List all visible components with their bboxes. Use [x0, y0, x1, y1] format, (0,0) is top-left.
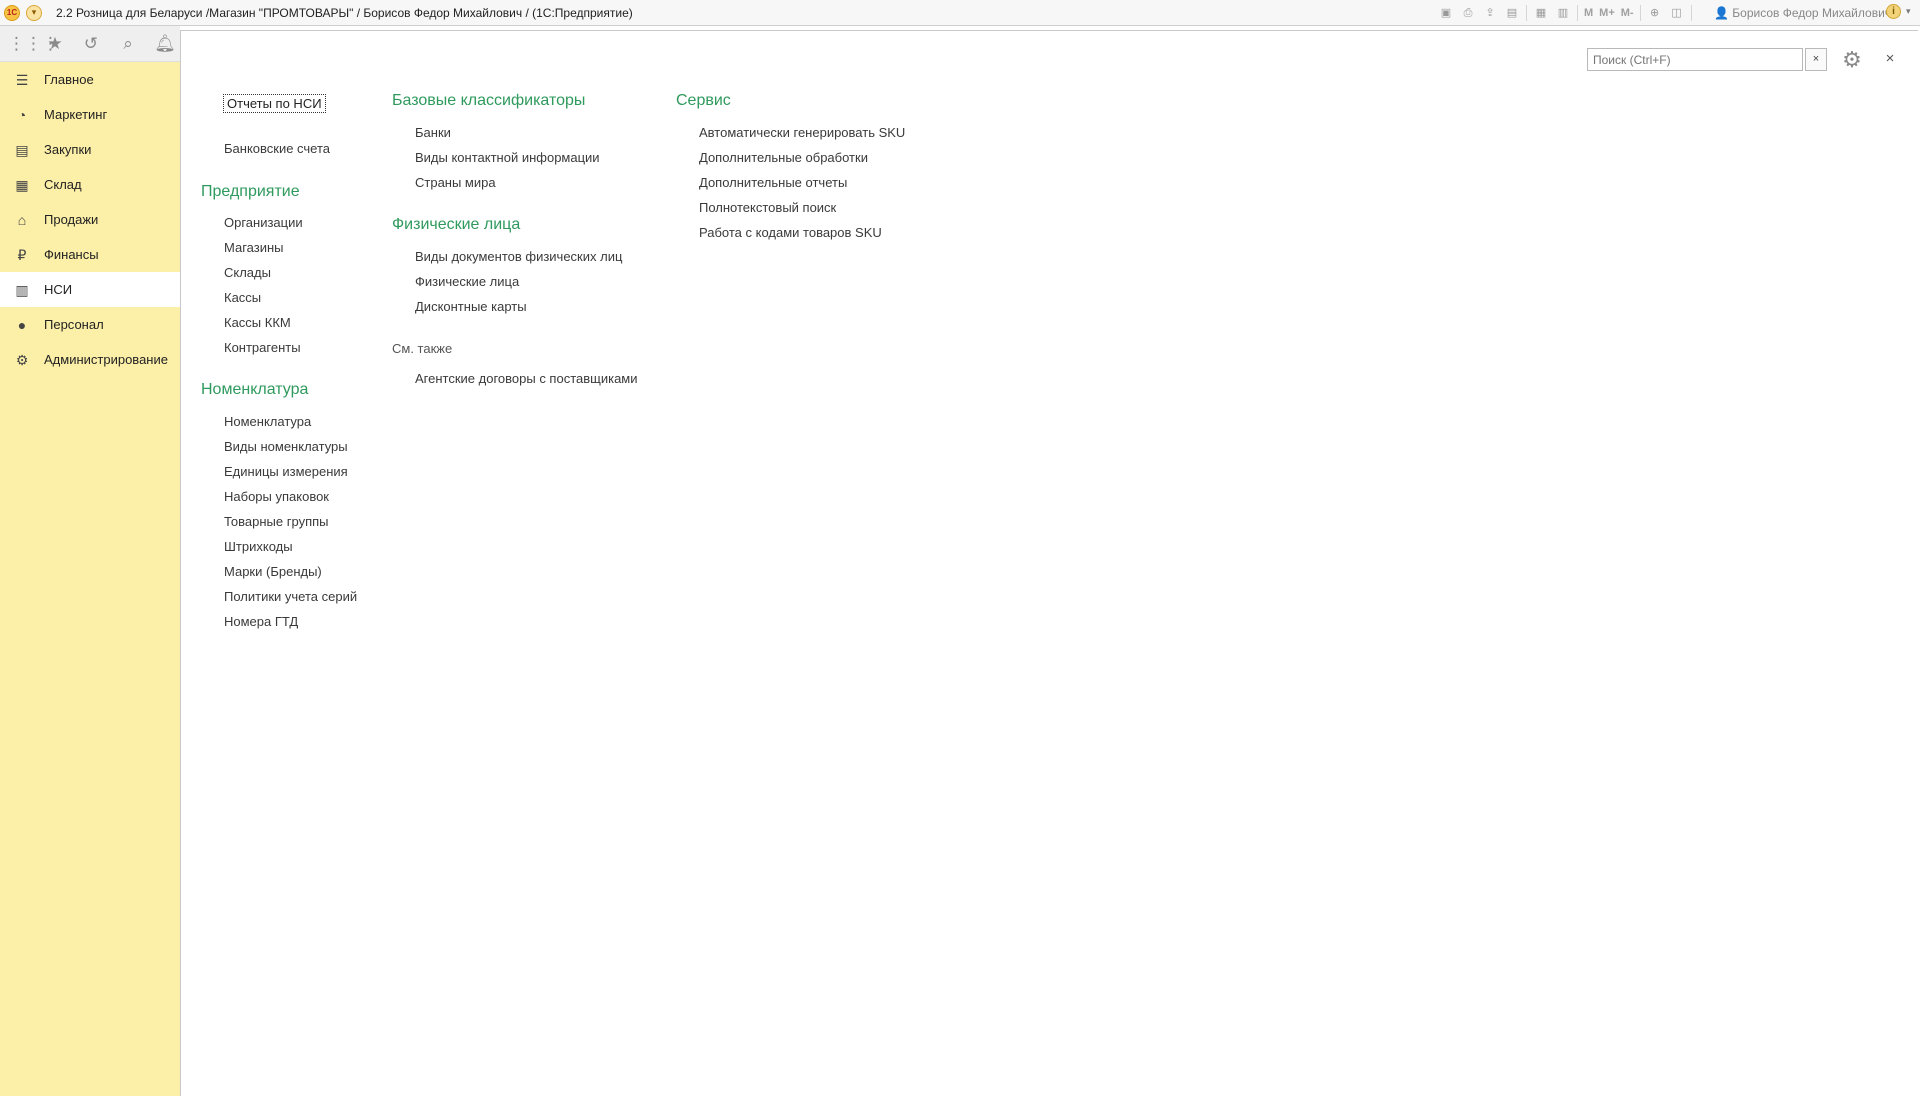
list-item[interactable]: Кассы — [224, 290, 261, 305]
memory-minus-button[interactable]: M- — [1621, 5, 1634, 21]
sidebar-item-label: Финансы — [44, 247, 99, 262]
chevron-down-icon[interactable]: ▾ — [1906, 6, 1911, 17]
sidebar-item-finance[interactable]: ₽ Финансы — [0, 237, 180, 272]
list-item[interactable]: Организации — [224, 215, 303, 230]
list-item[interactable]: Агентские договоры с поставщиками — [415, 371, 638, 386]
settings-gear-icon[interactable]: ⚙ — [1838, 47, 1866, 73]
info-icon[interactable]: i — [1886, 4, 1901, 19]
list-item[interactable]: Дополнительные отчеты — [699, 175, 847, 190]
current-user[interactable]: 👤 Борисов Федор Михайлович — [1714, 6, 1891, 20]
sidebar-item-administration[interactable]: ⚙ Администрирование — [0, 342, 180, 377]
list-item[interactable]: Виды контактной информации — [415, 150, 600, 165]
list-item[interactable]: Виды номенклатуры — [224, 439, 348, 454]
reports-nsi-link[interactable]: Отчеты по НСИ — [223, 94, 326, 113]
person-icon: ● — [17, 316, 27, 333]
search-icon[interactable]: ⌕ — [117, 34, 139, 54]
list-item[interactable]: Кассы ККМ — [224, 315, 291, 330]
print-icon[interactable]: ⎙ — [1460, 5, 1476, 21]
app-logo-icon[interactable]: 1С — [4, 5, 20, 21]
sidebar-item-label: Администрирование — [44, 352, 168, 367]
ruble-icon: ₽ — [17, 246, 27, 263]
sidebar-item-label: Закупки — [44, 142, 92, 157]
see-also-title: См. также — [392, 341, 453, 356]
save-icon[interactable]: ▣ — [1438, 5, 1454, 21]
list-item[interactable]: Марки (Бренды) — [224, 564, 322, 579]
toolbar-divider — [1639, 5, 1641, 21]
title-bar: 1С ▾ 2.2 Розница для Беларуси /Магазин "… — [0, 0, 1920, 26]
sidebar-item-purchases[interactable]: ▤ Закупки — [0, 132, 180, 167]
sidebar-item-warehouse[interactable]: ▦ Склад — [0, 167, 180, 202]
pie-chart-icon: ◔ — [17, 106, 27, 123]
sidebar-item-marketing[interactable]: ◔ Маркетинг — [0, 97, 180, 132]
section-title-individuals: Физические лица — [392, 216, 521, 233]
toolbar-divider — [1577, 5, 1578, 21]
window-title: 2.2 Розница для Беларуси /Магазин "ПРОМТ… — [56, 6, 633, 20]
table-icon[interactable]: ▦ — [1533, 5, 1549, 21]
list-item[interactable]: Единицы измерения — [224, 464, 348, 479]
list-item[interactable]: Дополнительные обработки — [699, 150, 868, 165]
section-title-nomenclature: Номенклатура — [201, 381, 309, 398]
list-item[interactable]: Виды документов физических лиц — [415, 249, 622, 264]
sections-sidebar: ☰ Главное ◔ Маркетинг ▤ Закупки ▦ Склад … — [0, 62, 180, 1096]
section-title-enterprise: Предприятие — [201, 183, 300, 200]
history-icon[interactable]: ↺ — [80, 34, 102, 54]
list-item[interactable]: Товарные группы — [224, 514, 329, 529]
sidebar-item-label: Главное — [44, 72, 94, 87]
sidebar-item-label: НСИ — [44, 282, 73, 297]
basket-icon: ⌂ — [17, 211, 27, 228]
list-item[interactable]: Штрихкоды — [224, 539, 293, 554]
panels-icon[interactable]: ◫ — [1669, 5, 1685, 21]
list-item[interactable]: Банки — [415, 125, 451, 140]
warehouse-icon: ▦ — [15, 176, 29, 193]
sidebar-item-glavnoe[interactable]: ☰ Главное — [0, 62, 180, 97]
zoom-icon[interactable]: ⊕ — [1647, 5, 1663, 21]
user-icon: 👤 — [1714, 6, 1733, 20]
list-item[interactable]: Автоматически генерировать SKU — [699, 125, 905, 140]
apps-grid-icon[interactable]: ⋮⋮⋮ — [8, 34, 59, 54]
cart-icon: ▤ — [15, 141, 29, 158]
list-item[interactable]: Склады — [224, 265, 271, 280]
list-item[interactable]: Магазины — [224, 240, 284, 255]
gear-icon: ⚙ — [15, 351, 29, 368]
list-item[interactable]: Дисконтные карты — [415, 299, 527, 314]
close-button[interactable]: × — [1880, 48, 1900, 70]
upload-icon[interactable]: ⇪ — [1482, 5, 1498, 21]
main-menu-dropdown-icon[interactable]: ▾ — [26, 5, 42, 21]
list-item[interactable]: Страны мира — [415, 175, 496, 190]
section-title-service: Сервис — [676, 92, 731, 109]
favorites-star-icon[interactable]: ★ — [44, 34, 66, 54]
title-toolbar: ▣ ⎙ ⇪ ▤ ▦ ▥ M M+ M- ⊕ ◫ — [1438, 4, 1692, 22]
list-item[interactable]: Физические лица — [415, 274, 519, 289]
sidebar-item-label: Персонал — [44, 317, 104, 332]
toolbar-divider — [1690, 5, 1692, 21]
search-clear-button[interactable]: × — [1805, 48, 1827, 71]
list-item[interactable]: Работа с кодами товаров SKU — [699, 225, 882, 240]
memory-plus-button[interactable]: M+ — [1599, 5, 1615, 21]
list-item[interactable]: Наборы упаковок — [224, 489, 329, 504]
list-item[interactable]: Контрагенты — [224, 340, 301, 355]
bank-accounts-link[interactable]: Банковские счета — [224, 141, 330, 156]
memory-button[interactable]: M — [1584, 5, 1593, 21]
sidebar-item-personnel[interactable]: ● Персонал — [0, 307, 180, 342]
toolbar-divider — [1526, 5, 1527, 21]
sidebar-item-label: Маркетинг — [44, 107, 108, 122]
list-item[interactable]: Номера ГТД — [224, 614, 298, 629]
preview-icon[interactable]: ▤ — [1504, 5, 1520, 21]
list-item[interactable]: Номенклатура — [224, 414, 311, 429]
calendar-icon[interactable]: ▥ — [1555, 5, 1571, 21]
sidebar-toolbar: ⋮⋮⋮ ★ ↺ ⌕ 🔔︎ — [0, 26, 180, 62]
user-name: Борисов Федор Михайлович — [1732, 6, 1892, 20]
sidebar-item-nsi[interactable]: ▥ НСИ — [0, 272, 180, 307]
section-title-base-classifiers: Базовые классификаторы — [392, 92, 586, 109]
menu-lines-icon: ☰ — [15, 71, 29, 88]
sidebar-item-label: Склад — [44, 177, 82, 192]
list-item[interactable]: Полнотекстовый поиск — [699, 200, 836, 215]
list-item[interactable]: Политики учета серий — [224, 589, 357, 604]
sidebar-item-sales[interactable]: ⌂ Продажи — [0, 202, 180, 237]
search-input[interactable] — [1587, 48, 1803, 71]
sidebar-item-label: Продажи — [44, 212, 99, 227]
books-icon: ▥ — [15, 281, 29, 298]
notifications-bell-icon[interactable]: 🔔︎ — [154, 34, 176, 54]
